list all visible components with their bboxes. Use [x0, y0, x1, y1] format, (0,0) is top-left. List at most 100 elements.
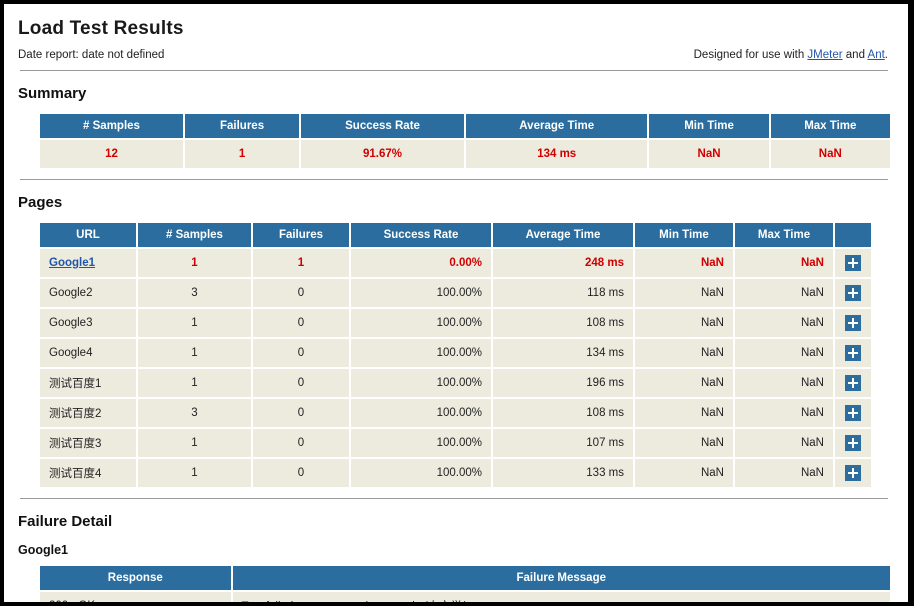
summary-col-average-time: Average Time	[465, 114, 648, 138]
summary-value-min-time: NaN	[649, 140, 769, 168]
plus-icon[interactable]	[845, 285, 861, 301]
pages-cell-samples: 1	[138, 339, 251, 367]
pages-cell-url: 测试百度3	[40, 429, 136, 457]
pages-cell-expand[interactable]	[835, 459, 871, 487]
pages-cell-max-time: NaN	[735, 249, 833, 277]
ant-link[interactable]: Ant	[868, 49, 885, 61]
table-row: Google3 1 0 100.00% 108 ms NaN NaN	[40, 309, 871, 337]
table-row: 测试百度1 1 0 100.00% 196 ms NaN NaN	[40, 369, 871, 397]
plus-icon[interactable]	[845, 315, 861, 331]
pages-cell-max-time: NaN	[735, 309, 833, 337]
pages-cell-samples: 3	[138, 399, 251, 427]
pages-cell-average-time: 196 ms	[493, 369, 633, 397]
table-row: Google4 1 0 100.00% 134 ms NaN NaN	[40, 339, 871, 367]
pages-cell-min-time: NaN	[635, 279, 733, 307]
divider-after-summary	[20, 179, 888, 180]
summary-value-samples: 12	[40, 140, 183, 168]
pages-cell-average-time: 108 ms	[493, 399, 633, 427]
page-url-link[interactable]: Google1	[49, 257, 95, 269]
summary-value-max-time: NaN	[770, 140, 890, 168]
pages-cell-samples: 3	[138, 279, 251, 307]
pages-cell-failures: 0	[253, 399, 349, 427]
pages-cell-failures: 0	[253, 309, 349, 337]
pages-cell-average-time: 134 ms	[493, 339, 633, 367]
summary-data-row: 12 1 91.67% 134 ms NaN NaN	[40, 140, 890, 168]
pages-table: URL # Samples Failures Success Rate Aver…	[38, 221, 873, 489]
pages-cell-success-rate: 100.00%	[351, 369, 491, 397]
pages-col-expand	[835, 223, 871, 247]
pages-cell-max-time: NaN	[735, 459, 833, 487]
table-row: Google2 3 0 100.00% 118 ms NaN NaN	[40, 279, 871, 307]
pages-cell-success-rate: 0.00%	[351, 249, 491, 277]
pages-col-samples: # Samples	[138, 223, 251, 247]
plus-icon[interactable]	[845, 345, 861, 361]
failure-col-message: Failure Message	[232, 566, 890, 590]
pages-cell-max-time: NaN	[735, 369, 833, 397]
table-row: 测试百度3 1 0 100.00% 107 ms NaN NaN	[40, 429, 871, 457]
period-text: .	[884, 49, 888, 61]
pages-cell-url: 测试百度1	[40, 369, 136, 397]
pages-header-row: URL # Samples Failures Success Rate Aver…	[40, 223, 871, 247]
pages-cell-samples: 1	[138, 249, 251, 277]
pages-cell-expand[interactable]	[835, 429, 871, 457]
table-row: 测试百度2 3 0 100.00% 108 ms NaN NaN	[40, 399, 871, 427]
table-row: Google1 1 1 0.00% 248 ms NaN NaN	[40, 249, 871, 277]
summary-value-failures: 1	[184, 140, 300, 168]
pages-heading: Pages	[18, 194, 63, 211]
pages-cell-samples: 1	[138, 369, 251, 397]
divider-after-pages	[20, 498, 888, 499]
pages-cell-expand[interactable]	[835, 339, 871, 367]
pages-cell-success-rate: 100.00%	[351, 459, 491, 487]
pages-cell-success-rate: 100.00%	[351, 339, 491, 367]
pages-cell-url[interactable]: Google1	[40, 249, 136, 277]
plus-icon[interactable]	[845, 465, 861, 481]
pages-cell-samples: 1	[138, 309, 251, 337]
pages-cell-min-time: NaN	[635, 339, 733, 367]
pages-cell-expand[interactable]	[835, 279, 871, 307]
pages-cell-expand[interactable]	[835, 249, 871, 277]
divider-top	[20, 70, 888, 71]
summary-col-min-time: Min Time	[649, 114, 769, 138]
plus-icon[interactable]	[845, 405, 861, 421]
failure-table-row: 200 - OKTest failed: text expected to co…	[40, 592, 890, 602]
pages-col-average-time: Average Time	[493, 223, 633, 247]
summary-col-max-time: Max Time	[770, 114, 890, 138]
pages-cell-expand[interactable]	[835, 309, 871, 337]
summary-col-samples: # Samples	[40, 114, 183, 138]
pages-cell-url: Google2	[40, 279, 136, 307]
pages-cell-samples: 1	[138, 429, 251, 457]
failure-detail-heading: Failure Detail	[18, 513, 113, 530]
summary-col-success-rate: Success Rate	[301, 114, 464, 138]
failure-cell-response: 200 - OK	[40, 592, 231, 602]
and-text: and	[842, 49, 868, 61]
pages-cell-failures: 0	[253, 429, 349, 457]
pages-cell-failures: 0	[253, 279, 349, 307]
pages-col-failures: Failures	[253, 223, 349, 247]
failure-detail-table: Response Failure Message 200 - OKTest fa…	[38, 564, 892, 602]
plus-icon[interactable]	[845, 255, 861, 271]
summary-value-average-time: 134 ms	[465, 140, 648, 168]
pages-cell-max-time: NaN	[735, 279, 833, 307]
pages-cell-success-rate: 100.00%	[351, 279, 491, 307]
pages-col-min-time: Min Time	[635, 223, 733, 247]
plus-icon[interactable]	[845, 435, 861, 451]
pages-cell-min-time: NaN	[635, 249, 733, 277]
pages-cell-url: 测试百度2	[40, 399, 136, 427]
pages-cell-url: Google3	[40, 309, 136, 337]
page-title: Load Test Results	[18, 18, 184, 39]
pages-cell-min-time: NaN	[635, 429, 733, 457]
pages-cell-min-time: NaN	[635, 399, 733, 427]
pages-cell-average-time: 133 ms	[493, 459, 633, 487]
pages-cell-url: 测试百度4	[40, 459, 136, 487]
summary-header-row: # Samples Failures Success Rate Average …	[40, 114, 890, 138]
report-page: Load Test Results Date report: date not …	[4, 4, 908, 602]
pages-cell-expand[interactable]	[835, 369, 871, 397]
pages-cell-min-time: NaN	[635, 309, 733, 337]
pages-cell-expand[interactable]	[835, 399, 871, 427]
pages-cell-url: Google4	[40, 339, 136, 367]
plus-icon[interactable]	[845, 375, 861, 391]
pages-cell-failures: 0	[253, 459, 349, 487]
jmeter-link[interactable]: JMeter	[807, 49, 842, 61]
failure-col-response: Response	[40, 566, 231, 590]
pages-cell-success-rate: 100.00%	[351, 399, 491, 427]
